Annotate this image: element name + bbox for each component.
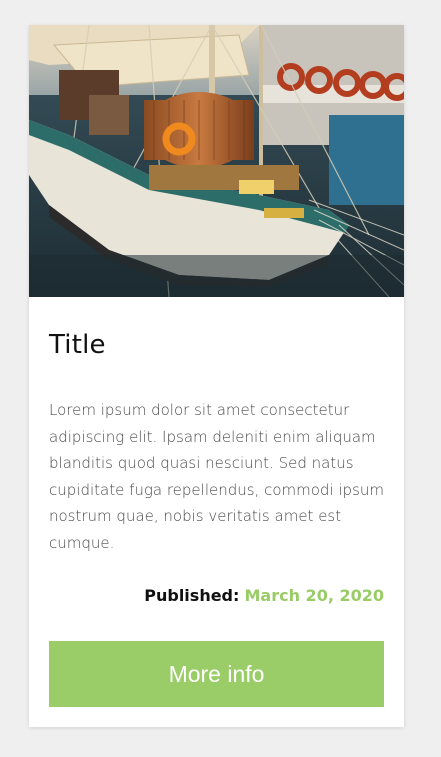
card-description: Lorem ipsum dolor sit amet consectetur a…: [49, 401, 385, 552]
published-info: Published: March 20, 2020: [144, 586, 384, 605]
published-date: March 20, 2020: [244, 586, 385, 605]
boat-photo: [29, 25, 404, 297]
published-label: Published:: [144, 586, 240, 605]
more-info-button[interactable]: More info: [49, 641, 384, 707]
card-image: [29, 25, 404, 297]
card: Title Lorem ipsum dolor sit amet consect…: [29, 25, 404, 727]
card-title: Title: [49, 330, 106, 360]
